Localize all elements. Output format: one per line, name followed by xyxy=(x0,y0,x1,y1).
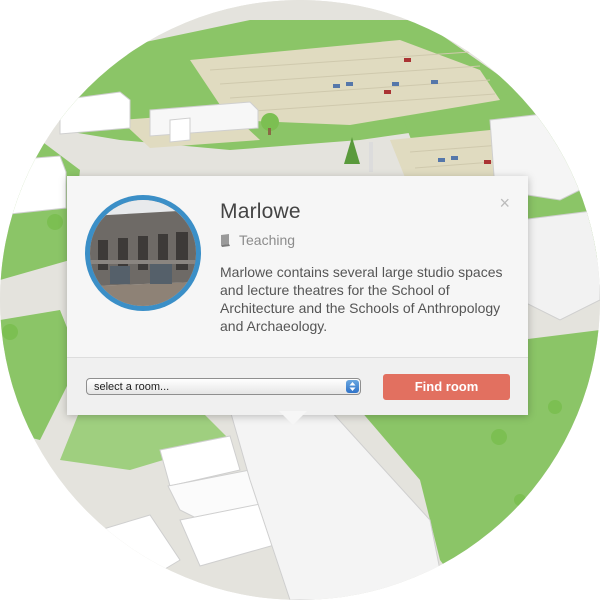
building-category: Teaching xyxy=(220,232,295,248)
room-select-value: select a room... xyxy=(94,381,170,393)
popup-pointer xyxy=(279,411,307,425)
room-select[interactable]: select a room... xyxy=(86,378,361,395)
building-info-popup: Marlowe × Teaching Marlowe contains seve… xyxy=(67,176,528,415)
book-icon xyxy=(221,233,230,247)
find-room-button[interactable]: Find room xyxy=(383,374,510,400)
category-label: Teaching xyxy=(239,232,296,248)
building-description: Marlowe contains several large studio sp… xyxy=(220,264,503,334)
close-icon[interactable]: × xyxy=(499,194,510,212)
building-title: Marlowe xyxy=(220,200,301,223)
building-photo-ring xyxy=(85,195,201,311)
popup-footer: select a room... Find room xyxy=(67,357,528,415)
building-photo xyxy=(90,200,196,306)
select-arrows-icon[interactable] xyxy=(346,380,359,393)
